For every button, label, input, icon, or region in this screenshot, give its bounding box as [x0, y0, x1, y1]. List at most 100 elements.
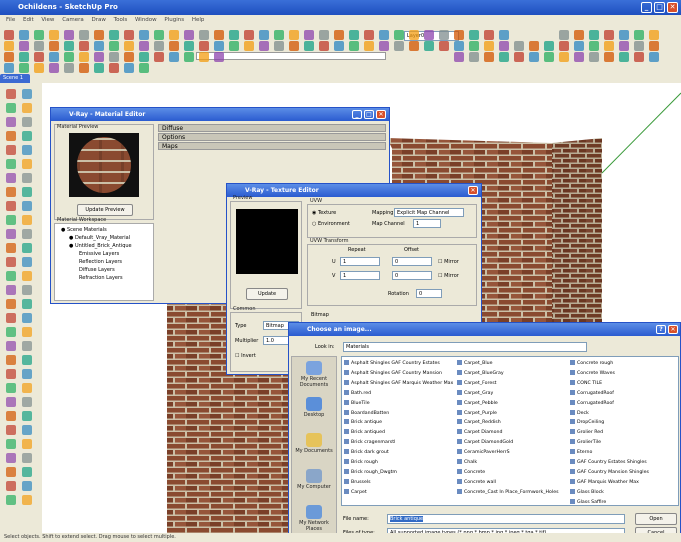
toolbar-tool-icon[interactable]	[649, 30, 659, 40]
toolbar-tool-icon[interactable]	[514, 52, 524, 62]
draw-tool-icon[interactable]	[6, 481, 16, 491]
draw-tool-icon[interactable]	[22, 313, 32, 323]
toolbar-tool-icon[interactable]	[559, 41, 569, 51]
toolbar-tool-icon[interactable]	[49, 30, 59, 40]
toolbar-tool-icon[interactable]	[319, 30, 329, 40]
toolbar-tool-icon[interactable]	[454, 30, 464, 40]
draw-tool-icon[interactable]	[22, 369, 32, 379]
toolbar-tool-icon[interactable]	[514, 41, 524, 51]
menu-camera[interactable]: Camera	[62, 17, 84, 23]
file-item[interactable]: GAF Country Mansion Shingles	[570, 468, 649, 476]
draw-tool-icon[interactable]	[6, 201, 16, 211]
place-computer[interactable]: My Computer	[295, 469, 333, 490]
toolbar-tool-icon[interactable]	[484, 41, 494, 51]
file-item[interactable]: Carpet_Purple	[457, 409, 497, 417]
toolbar-tool-icon[interactable]	[424, 30, 434, 40]
file-item[interactable]: Concrete	[457, 468, 485, 476]
draw-tool-icon[interactable]	[6, 299, 16, 309]
toolbar-tool-icon[interactable]	[334, 30, 344, 40]
draw-tool-icon[interactable]	[6, 215, 16, 225]
update-preview-button[interactable]: Update Preview	[77, 204, 133, 216]
draw-tool-icon[interactable]	[6, 243, 16, 253]
draw-tool-icon[interactable]	[22, 439, 32, 449]
tree-diffuse-layers[interactable]: Diffuse Layers	[79, 267, 115, 273]
draw-tool-icon[interactable]	[22, 173, 32, 183]
toolbar-tool-icon[interactable]	[19, 63, 29, 73]
u-mirror-checkbox[interactable]: ☐ Mirror	[438, 259, 459, 265]
place-desktop[interactable]: Desktop	[295, 397, 333, 418]
toolbar-tool-icon[interactable]	[274, 30, 284, 40]
rotation-field[interactable]: 0	[416, 289, 442, 298]
toolbar-tool-icon[interactable]	[4, 41, 14, 51]
toolbar-tool-icon[interactable]	[229, 30, 239, 40]
menu-window[interactable]: Window	[135, 17, 157, 23]
draw-tool-icon[interactable]	[22, 467, 32, 477]
menu-help[interactable]: Help	[192, 17, 205, 23]
u-repeat-field[interactable]: 1	[340, 257, 380, 266]
file-item[interactable]: Brick antique	[344, 419, 382, 426]
material-editor-maximize[interactable]: □	[364, 110, 374, 119]
toolbar-tool-icon[interactable]	[109, 63, 119, 73]
toolbar-tool-icon[interactable]	[619, 41, 629, 51]
file-item[interactable]: Carpet Diamond	[457, 429, 502, 436]
draw-tool-icon[interactable]	[22, 327, 32, 337]
draw-tool-icon[interactable]	[22, 453, 32, 463]
place-network[interactable]: My Network Places	[295, 505, 333, 532]
file-dialog-close[interactable]: ✕	[668, 325, 678, 334]
draw-tool-icon[interactable]	[6, 271, 16, 281]
toolbar-tool-icon[interactable]	[364, 41, 374, 51]
toolbar-tool-icon[interactable]	[139, 52, 149, 62]
draw-tool-icon[interactable]	[22, 397, 32, 407]
file-item[interactable]: Brussels	[344, 478, 371, 486]
toolbar-tool-icon[interactable]	[49, 52, 59, 62]
toolbar-tool-icon[interactable]	[259, 41, 269, 51]
tree-scene-materials[interactable]: ● Scene Materials	[61, 227, 107, 233]
section-diffuse[interactable]: Diffuse	[158, 124, 386, 132]
toolbar-tool-icon[interactable]	[124, 30, 134, 40]
tree-emissive-layers[interactable]: Emissive Layers	[79, 251, 119, 257]
draw-tool-icon[interactable]	[22, 495, 32, 505]
toolbar-tool-icon[interactable]	[379, 41, 389, 51]
toolbar-tool-icon[interactable]	[64, 30, 74, 40]
toolbar-tool-icon[interactable]	[349, 41, 359, 51]
close-button[interactable]: ✕	[667, 2, 678, 13]
file-dialog-help[interactable]: ?	[656, 325, 666, 334]
toolbar-tool-icon[interactable]	[184, 41, 194, 51]
draw-tool-icon[interactable]	[22, 341, 32, 351]
toolbar-tool-icon[interactable]	[589, 30, 599, 40]
file-item[interactable]: Concrete Waves	[570, 369, 615, 377]
toolbar-tool-icon[interactable]	[214, 41, 224, 51]
toolbar-tool-icon[interactable]	[649, 41, 659, 51]
mapping-select[interactable]: Explicit Map Channel	[394, 208, 464, 217]
toolbar-tool-icon[interactable]	[529, 52, 539, 62]
file-item[interactable]: Carpet	[344, 488, 367, 496]
file-item[interactable]: Concrete wall	[457, 478, 496, 486]
toolbar-tool-icon[interactable]	[499, 41, 509, 51]
material-editor-minimize[interactable]: _	[352, 110, 362, 119]
draw-tool-icon[interactable]	[22, 89, 32, 99]
menu-tools[interactable]: Tools	[114, 17, 128, 23]
toolbar-tool-icon[interactable]	[199, 41, 209, 51]
file-item[interactable]: GrolierTile	[570, 439, 601, 446]
draw-tool-icon[interactable]	[22, 103, 32, 113]
toolbar-tool-icon[interactable]	[19, 52, 29, 62]
toolbar-tool-icon[interactable]	[499, 30, 509, 40]
toolbar-tool-icon[interactable]	[544, 52, 554, 62]
file-list[interactable]: Asphalt Shingles GAF Country Estates Asph…	[341, 356, 679, 506]
file-item[interactable]: Asphalt Shingles GAF Country Mansion	[344, 369, 442, 377]
draw-tool-icon[interactable]	[6, 145, 16, 155]
draw-tool-icon[interactable]	[22, 229, 32, 239]
file-item[interactable]: Carpet_Blue	[457, 360, 493, 367]
file-item[interactable]: Chalk	[457, 459, 477, 466]
toolbar-tool-icon[interactable]	[244, 41, 254, 51]
toolbar-tool-icon[interactable]	[484, 30, 494, 40]
toolbar-tool-icon[interactable]	[469, 52, 479, 62]
toolbar-tool-icon[interactable]	[229, 41, 239, 51]
texture-update-button[interactable]: Update	[246, 288, 288, 300]
look-in-select[interactable]: Materials	[343, 342, 587, 352]
draw-tool-icon[interactable]	[6, 467, 16, 477]
file-item[interactable]: CeramicPaverHerrS	[457, 449, 510, 456]
toolbar-tool-icon[interactable]	[289, 30, 299, 40]
toolbar-tool-icon[interactable]	[169, 30, 179, 40]
toolbar-tool-icon[interactable]	[34, 41, 44, 51]
